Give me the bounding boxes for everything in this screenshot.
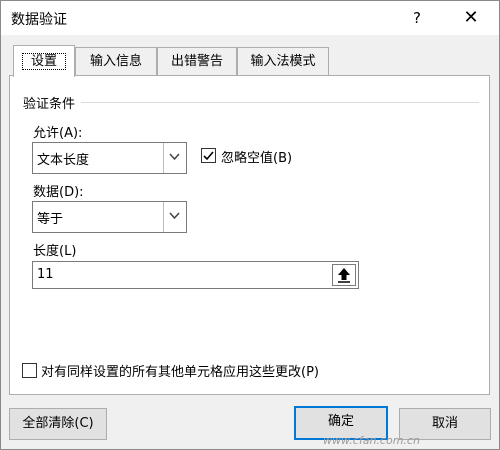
apply-all-label[interactable]: 对有同样设置的所有其他单元格应用这些更改(P) — [41, 361, 319, 380]
data-dropdown-button[interactable] — [163, 202, 186, 232]
allow-label: 允许(A): — [33, 126, 83, 141]
help-button[interactable]: ? — [399, 5, 435, 31]
validation-criteria-title: 验证条件 — [23, 97, 76, 112]
group-divider — [81, 102, 479, 103]
collapse-dialog-icon — [338, 268, 350, 283]
allow-select[interactable]: 文本长度 — [32, 142, 187, 174]
tab-settings[interactable]: 设置 — [13, 45, 75, 77]
close-button[interactable]: ✕ — [453, 5, 489, 31]
ignore-blank-checkbox[interactable] — [201, 148, 216, 163]
length-input-value: 11 — [37, 267, 54, 282]
allow-dropdown-button[interactable] — [163, 143, 186, 173]
tab-ime-mode-label: 输入法模式 — [250, 54, 316, 69]
watermark-text: www.cfan.com.cn — [323, 434, 420, 447]
dialog-title: 数据验证 — [11, 12, 67, 28]
tab-ime-mode[interactable]: 输入法模式 — [237, 47, 329, 75]
data-validation-dialog: 数据验证 ? ✕ 设置 输入信息 出错警告 输入法模式 验证条件 允许(A): … — [0, 0, 500, 450]
apply-all-checkbox[interactable] — [22, 363, 37, 378]
tab-input-message-label: 输入信息 — [89, 54, 142, 69]
chevron-down-icon — [169, 212, 180, 220]
tab-error-alert-label: 出错警告 — [170, 54, 223, 69]
length-input[interactable]: 11 — [32, 261, 359, 289]
tab-settings-label: 设置 — [21, 53, 66, 70]
data-label: 数据(D): — [33, 185, 84, 200]
clear-all-button[interactable]: 全部清除(C) — [9, 408, 107, 440]
data-select[interactable]: 等于 — [32, 201, 187, 233]
checkmark-icon — [203, 151, 214, 161]
tab-input-message[interactable]: 输入信息 — [75, 47, 157, 75]
length-label: 长度(L) — [33, 244, 77, 259]
tab-error-alert[interactable]: 出错警告 — [157, 47, 237, 75]
title-bar: 数据验证 ? ✕ — [1, 1, 499, 35]
allow-select-value: 文本长度 — [37, 153, 90, 168]
range-select-button[interactable] — [332, 264, 356, 286]
data-select-value: 等于 — [37, 212, 64, 227]
ignore-blank-label[interactable]: 忽略空值(B) — [221, 147, 292, 166]
chevron-down-icon — [169, 153, 180, 161]
